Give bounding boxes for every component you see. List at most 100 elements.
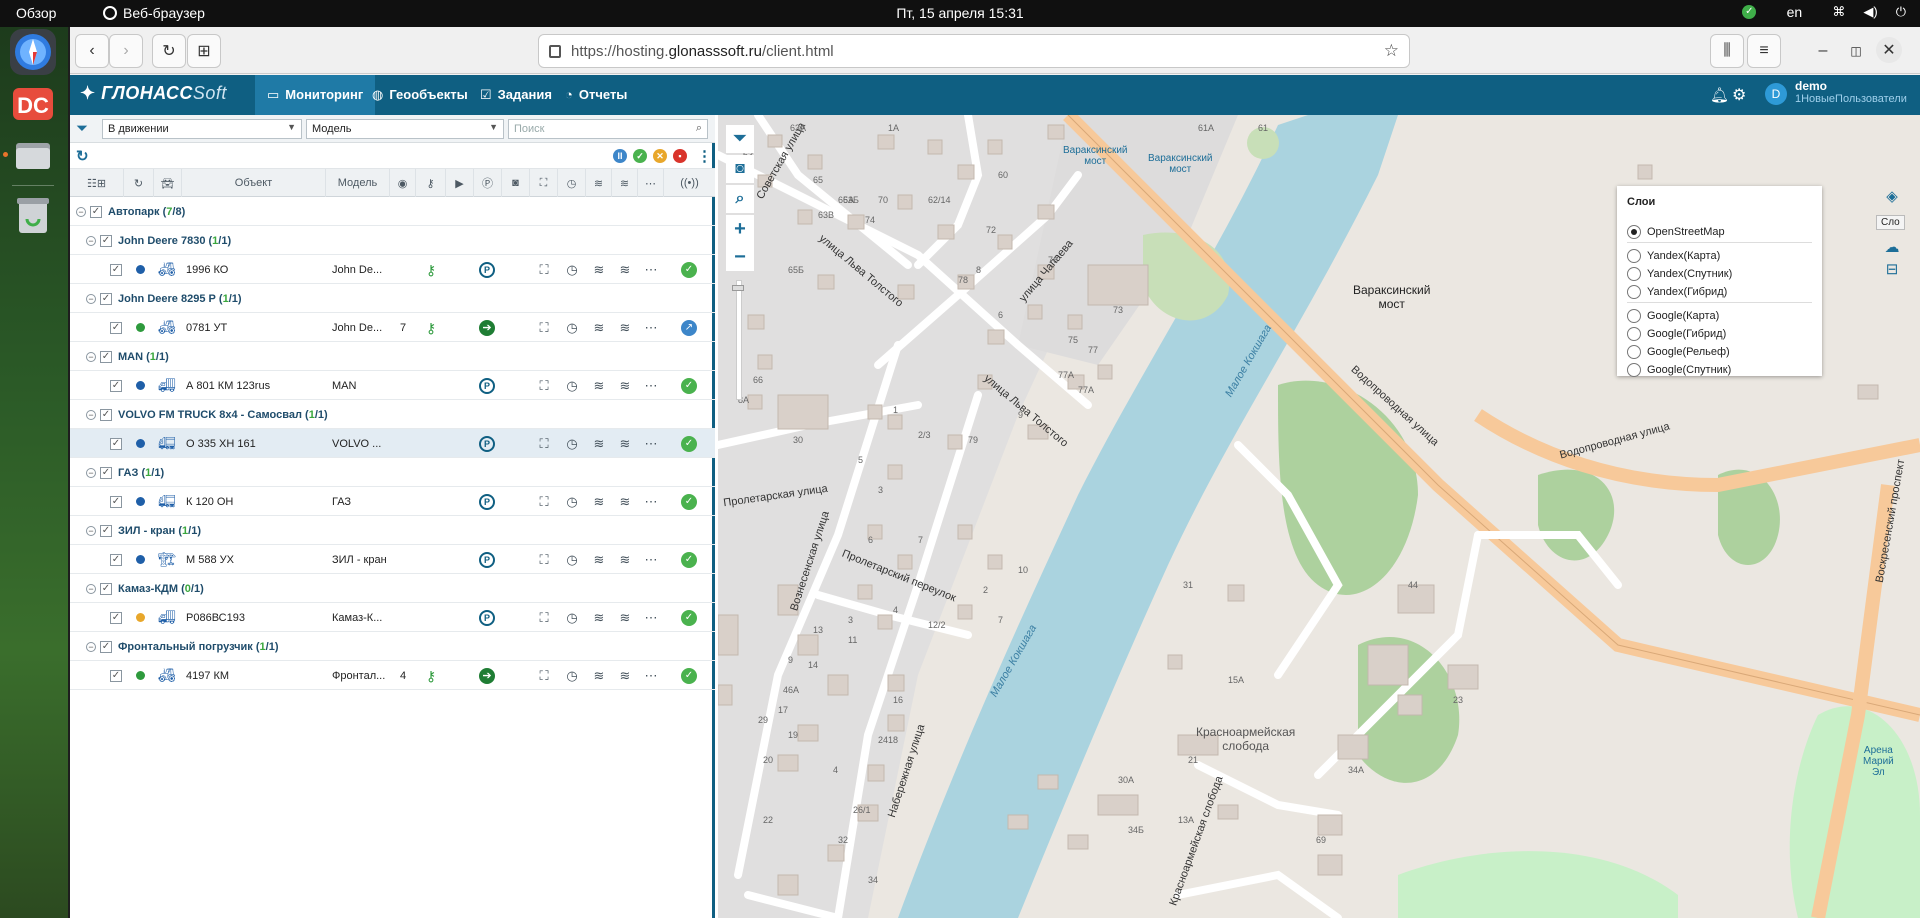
warning-status-icon[interactable]: ✕ — [653, 149, 667, 163]
collapse-toggle[interactable]: − — [86, 293, 96, 304]
route-icon[interactable]: ⋯ — [642, 435, 660, 453]
close-window-button[interactable]: ✕ — [1876, 37, 1902, 63]
map-filter-icon[interactable]: ⏷ — [726, 125, 754, 153]
tab-reports[interactable]: ◔ Отчеты — [553, 75, 639, 115]
car-column-icon[interactable]: 🚘︎ — [154, 169, 182, 197]
unit-checkbox[interactable]: ✓ — [110, 611, 122, 624]
tree-group-root[interactable]: − ✓ Автопарк (7/8) — [70, 197, 715, 226]
dock-files-icon[interactable] — [10, 132, 56, 178]
radio-button[interactable] — [1627, 285, 1641, 299]
tree-group[interactable]: − ✓ ЗИЛ - кран (1/1) — [70, 516, 715, 545]
minimize-button[interactable]: – — [1809, 37, 1837, 65]
radio-button[interactable] — [1627, 309, 1641, 323]
track-icon[interactable]: ≋ — [590, 261, 608, 279]
collapse-toggle[interactable]: − — [86, 641, 96, 652]
layer-option[interactable]: Google(Рельеф) — [1627, 344, 1730, 360]
unit-state-icon[interactable]: ↗ — [680, 319, 698, 337]
network-icon[interactable]: ⌘ — [1832, 4, 1845, 20]
layer-option[interactable]: Yandex(Спутник) — [1627, 266, 1732, 282]
parking-icon[interactable]: P — [478, 493, 496, 511]
unit-row[interactable]: ✓ 🚜︎ 1996 КО John De... ⚷ P ⛶ ◷ ≋ ≋ ⋯ ✓ — [70, 255, 715, 284]
notifications-bell-icon[interactable]: 🔔︎ — [1710, 86, 1729, 104]
tab-geoobjects[interactable]: ◍ Геообъекты — [360, 75, 480, 115]
layer-option[interactable]: Google(Карта) — [1627, 308, 1719, 324]
connection-status-icon[interactable]: ↗ — [681, 320, 697, 336]
radio-button[interactable] — [1627, 345, 1641, 359]
history-icon[interactable]: ◷ — [563, 493, 581, 511]
update-indicator-icon[interactable]: ✓ — [1742, 5, 1757, 19]
collapse-toggle[interactable]: − — [86, 351, 96, 362]
binoculars-icon[interactable]: ⛶ — [535, 609, 553, 627]
collapse-toggle[interactable]: − — [86, 409, 96, 420]
group-checkbox[interactable]: ✓ — [100, 640, 112, 653]
unit-state-icon[interactable]: ✓ — [680, 551, 698, 569]
route-column-icon[interactable]: ⋯ — [638, 169, 664, 197]
forward-button[interactable]: › — [109, 34, 143, 68]
unit-row[interactable]: ✓ 🏗︎ М 588 УХ ЗИЛ - кран P ⛶ ◷ ≋ ≋ ⋯ ✓ — [70, 545, 715, 574]
layers-icon[interactable]: ◈ — [1878, 182, 1906, 210]
tree-group[interactable]: − ✓ ГАЗ (1/1) — [70, 458, 715, 487]
tree-group[interactable]: − ✓ John Deere 8295 Р (1/1) — [70, 284, 715, 313]
parking-icon[interactable]: P — [478, 609, 496, 627]
group-checkbox[interactable]: ✓ — [100, 350, 112, 363]
ok-status-icon[interactable]: ✓ — [681, 552, 697, 568]
unit-checkbox[interactable]: ✓ — [110, 437, 122, 450]
more-vertical-icon[interactable]: ⋮ — [697, 147, 712, 165]
radio-button[interactable] — [1627, 225, 1641, 239]
speed-column-icon[interactable]: ◉ — [390, 169, 416, 197]
history-icon[interactable]: ◷ — [563, 609, 581, 627]
pause-status-icon[interactable]: II — [613, 149, 627, 163]
collapse-toggle[interactable]: − — [86, 235, 96, 246]
group-checkbox[interactable]: ✓ — [100, 582, 112, 595]
track-icon[interactable]: ≋ — [590, 319, 608, 337]
group-checkbox[interactable]: ✓ — [90, 205, 102, 218]
collapse-toggle[interactable]: − — [86, 467, 96, 478]
binoculars-icon[interactable]: ⛶ — [535, 377, 553, 395]
user-menu[interactable]: D demo 1НовыеПользователи — [1765, 79, 1907, 105]
refresh-column-icon[interactable]: ↻ — [124, 169, 154, 197]
column-object[interactable]: Объект — [182, 169, 326, 197]
history-column-icon[interactable]: ◷ — [558, 169, 586, 197]
group-checkbox[interactable]: ✓ — [100, 524, 112, 537]
tree-group[interactable]: − ✓ John Deere 7830 (1/1) — [70, 226, 715, 255]
refresh-icon[interactable]: ↻ — [76, 147, 89, 165]
unit-row[interactable]: ✓ 🚚︎ А 801 КМ 123rus MAN P ⛶ ◷ ≋ ≋ ⋯ ✓ — [70, 371, 715, 400]
track2-column-icon[interactable]: ≋ — [612, 169, 638, 197]
group-checkbox[interactable]: ✓ — [100, 466, 112, 479]
back-button[interactable]: ‹ — [75, 34, 109, 68]
track-icon[interactable]: ≋ — [590, 493, 608, 511]
unit-row[interactable]: ✓ 🚚︎ Р086ВС193 Камаз-К... P ⛶ ◷ ≋ ≋ ⋯ ✓ — [70, 603, 715, 632]
app-logo[interactable]: ✦ ГЛОНАССSoft — [80, 83, 227, 104]
ignition-key-icon[interactable]: ⚷ — [422, 261, 440, 279]
unit-checkbox[interactable]: ✓ — [110, 379, 122, 392]
unit-state-icon[interactable]: ✓ — [680, 435, 698, 453]
dock-office-icon[interactable]: DC — [10, 81, 56, 127]
dock-trash-icon[interactable] — [10, 192, 56, 238]
layer-option[interactable]: Google(Гибрид) — [1627, 326, 1726, 342]
ok-status-icon[interactable]: ✓ — [681, 668, 697, 684]
unit-checkbox[interactable]: ✓ — [110, 263, 122, 276]
route-icon[interactable]: ⋯ — [642, 609, 660, 627]
map-screenshot-icon[interactable]: ◙ — [726, 155, 754, 183]
parking-icon[interactable]: P — [478, 551, 496, 569]
unit-state-icon[interactable]: ✓ — [680, 609, 698, 627]
ignition-key-icon[interactable]: ⚷ — [422, 319, 440, 337]
unit-checkbox[interactable]: ✓ — [110, 669, 122, 682]
unit-state-icon[interactable]: ✓ — [680, 377, 698, 395]
map-search-icon[interactable]: ⌕ — [726, 185, 754, 213]
bookmark-star-icon[interactable]: ☆ — [1384, 41, 1399, 61]
history-icon[interactable]: ◷ — [563, 377, 581, 395]
filter-icon[interactable]: ⏷ — [76, 120, 88, 137]
track-column-icon[interactable]: ≋ — [586, 169, 612, 197]
tab-tasks[interactable]: ☑ Задания — [468, 75, 564, 115]
parking-icon[interactable]: P — [478, 261, 496, 279]
track2-icon[interactable]: ≋ — [616, 377, 634, 395]
tree-group[interactable]: − ✓ Фронтальный погрузчик (1/1) — [70, 632, 715, 661]
tree-group[interactable]: − ✓ Камаз-КДМ (0/1) — [70, 574, 715, 603]
moving-arrow-icon[interactable]: ➔ — [478, 319, 496, 337]
binoculars-icon[interactable]: ⛶ — [535, 261, 553, 279]
model-filter-select[interactable]: Модель ▼ — [306, 119, 504, 139]
tree-group[interactable]: − ✓ MAN (1/1) — [70, 342, 715, 371]
route-icon[interactable]: ⋯ — [642, 493, 660, 511]
binoculars-icon[interactable]: ⛶ — [535, 667, 553, 685]
